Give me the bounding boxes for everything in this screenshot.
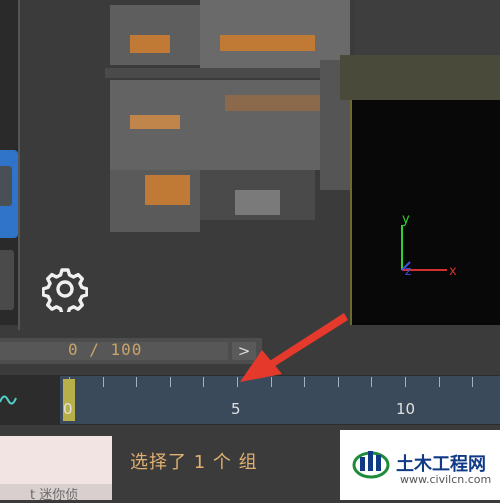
axis-gizmo: y z x: [401, 212, 457, 279]
timeline-tick: [405, 377, 406, 387]
frame-counter: 0 / 100: [68, 340, 143, 359]
axis-label-y: y: [402, 212, 410, 227]
axis-label-z: z: [405, 264, 411, 278]
timeline-tick: [304, 377, 306, 387]
timeline-tick: [337, 377, 339, 387]
timeline-tick: [136, 377, 138, 387]
timeline-tick: [203, 377, 205, 387]
tool-button[interactable]: [0, 250, 14, 310]
selection-status: 选择了 1 个 组: [130, 452, 258, 473]
watermark-logo-icon: [352, 451, 390, 479]
timeline-track[interactable]: [60, 376, 500, 424]
timeline-tick-label: 10: [396, 400, 416, 418]
timeline-tick: [169, 377, 171, 387]
viewport-model: [105, 0, 355, 238]
active-tool-button-face: [0, 166, 12, 206]
curve-editor-icon[interactable]: [0, 390, 18, 410]
timeline-tick-label: 0: [63, 400, 73, 418]
viewport-divider: [18, 0, 20, 330]
maxscript-text: t 迷你侦: [30, 488, 79, 503]
timeline-tick: [371, 377, 373, 387]
viewport-edge: [340, 55, 500, 100]
timeline-tick: [237, 377, 238, 387]
timeline-tick: [438, 377, 440, 387]
timeline-tick: [270, 377, 272, 387]
gear-icon[interactable]: [42, 266, 88, 312]
timeline-tick: [472, 377, 474, 387]
timeline-tick-label: 5: [231, 400, 241, 418]
axis-label-x: x: [449, 264, 457, 279]
watermark-url: www.civilcn.com: [400, 473, 492, 486]
perspective-viewport[interactable]: y z x: [350, 100, 500, 325]
timeline-tick: [102, 377, 104, 387]
next-frame-button[interactable]: >: [232, 342, 256, 360]
